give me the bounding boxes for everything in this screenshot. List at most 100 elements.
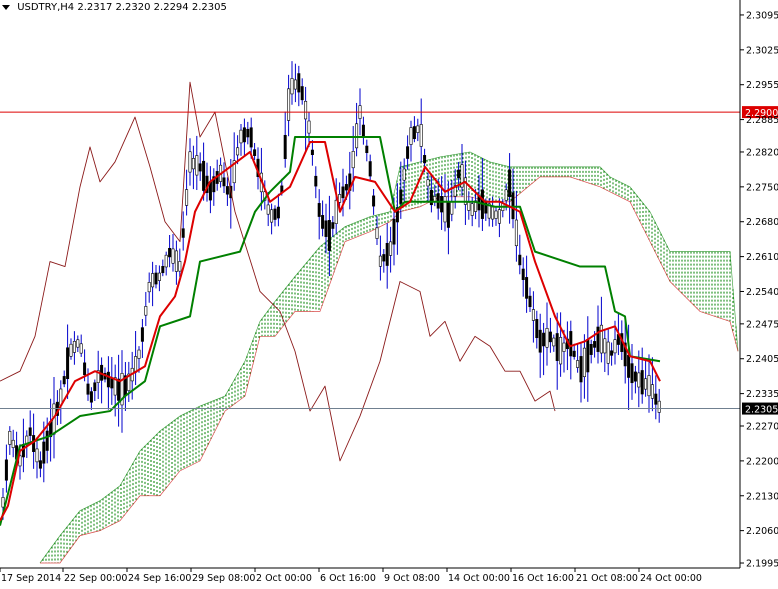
candle-body (494, 210, 498, 219)
time-tick-label: 14 Oct 00:00 (448, 573, 510, 584)
candle-body (521, 268, 525, 280)
candle-body (140, 327, 144, 342)
candle-body (310, 149, 314, 156)
candle-body (338, 194, 342, 203)
candle-body (650, 384, 654, 399)
candle-body (293, 79, 297, 90)
candle-body (355, 123, 359, 149)
candle-body (164, 254, 168, 268)
time-tick-label: 24 Oct 00:00 (640, 573, 702, 584)
candle-body (603, 338, 607, 354)
candle-body (344, 184, 348, 191)
time-tick-label: 9 Oct 08:00 (384, 573, 440, 584)
candle-body (106, 371, 110, 388)
candle-body (171, 248, 175, 264)
candle-body (365, 145, 369, 154)
candle-body (552, 337, 556, 347)
candle-body (593, 341, 597, 348)
price-tick-label: 2.3025 (746, 45, 778, 56)
price-tick-label: 2.2955 (746, 80, 778, 91)
ohlc-values: 2.2317 2.2320 2.2294 2.2305 (77, 2, 227, 13)
candle-body (416, 125, 420, 133)
candle-body (185, 189, 189, 206)
candle-body (633, 371, 637, 382)
candle-body (341, 186, 345, 199)
candle-body (83, 362, 87, 376)
candle-body (399, 189, 403, 204)
candle-body (76, 339, 80, 348)
candle-body (596, 326, 600, 352)
candle-body (297, 73, 301, 93)
candle-body (389, 241, 393, 256)
candle-body (518, 254, 522, 266)
price-tick-label: 2.2060 (746, 526, 778, 537)
price-tick-label: 2.2680 (746, 217, 778, 228)
price-tick-label: 2.2610 (746, 252, 778, 263)
candle-body (144, 306, 148, 316)
time-tick-label: 2 Oct 00:00 (256, 573, 312, 584)
candle-body (402, 168, 406, 181)
candle-body (538, 329, 542, 353)
chart-header: USDTRY,H4 2.2317 2.2320 2.2294 2.2305 (2, 2, 227, 13)
candle-body (324, 220, 328, 237)
candle-body (610, 350, 614, 356)
candle-body (181, 228, 185, 238)
candle-body (42, 441, 46, 464)
candle-body (276, 206, 280, 219)
candle-body (637, 372, 641, 388)
candle-body (273, 208, 277, 220)
candle-body (378, 255, 382, 267)
price-tick-label: 2.2750 (746, 182, 778, 193)
time-tick-label: 16 Oct 16:00 (512, 573, 574, 584)
price-tick-label: 2.2540 (746, 287, 778, 298)
symbol-label: USDTRY,H4 (17, 2, 75, 13)
candle-body (497, 209, 501, 224)
candle-body (446, 200, 450, 228)
time-tick-label: 21 Oct 08:00 (576, 573, 638, 584)
candle-body (317, 203, 321, 217)
price-tick-label: 2.2200 (746, 456, 778, 467)
price-chart[interactable]: 2.29002.2305 2.30952.30252.29552.28852.2… (0, 0, 778, 585)
candle-body (562, 342, 566, 352)
candle-body (467, 202, 471, 211)
candle-body (657, 400, 661, 413)
candle-body (606, 341, 610, 364)
candle-body (535, 319, 539, 339)
candle-body (35, 448, 39, 463)
price-tick-label: 2.2335 (746, 389, 778, 400)
candle-body (644, 378, 648, 390)
candle-body (66, 347, 70, 380)
candle-body (426, 179, 430, 187)
hline-tag-label-1: 2.2305 (745, 405, 778, 416)
candle-body (531, 309, 535, 321)
candle-body (253, 149, 257, 156)
candle-body (504, 189, 508, 201)
candle-body (157, 272, 161, 281)
candle-body (283, 134, 287, 159)
candle-body (555, 333, 559, 361)
candle-body (443, 196, 447, 223)
candle-body (572, 350, 576, 357)
candle-body (640, 370, 644, 395)
candle-body (304, 100, 308, 120)
candle-body (419, 124, 423, 147)
chart-window[interactable]: 2.2900 2.2305 2.3095 2.3025 2.2955 2.2885 2.2… (0, 0, 778, 585)
candle-body (385, 242, 389, 266)
candle-body (327, 220, 331, 251)
candle-body (409, 127, 413, 145)
candle-body (45, 430, 49, 451)
candle-body (314, 175, 318, 187)
candle-body (412, 126, 416, 140)
candle-body (137, 349, 141, 359)
candle-body (579, 356, 583, 383)
candle-body (630, 363, 634, 384)
candle-body (457, 169, 461, 179)
candle-body (361, 124, 365, 137)
price-tick-label: 2.2130 (746, 491, 778, 502)
candle-body (542, 332, 546, 347)
candle-body (627, 354, 631, 378)
dropdown-triangle-icon[interactable] (2, 4, 10, 10)
candle-body (21, 444, 25, 458)
time-tick-label: 6 Oct 16:00 (320, 573, 376, 584)
candle-body (576, 360, 580, 368)
